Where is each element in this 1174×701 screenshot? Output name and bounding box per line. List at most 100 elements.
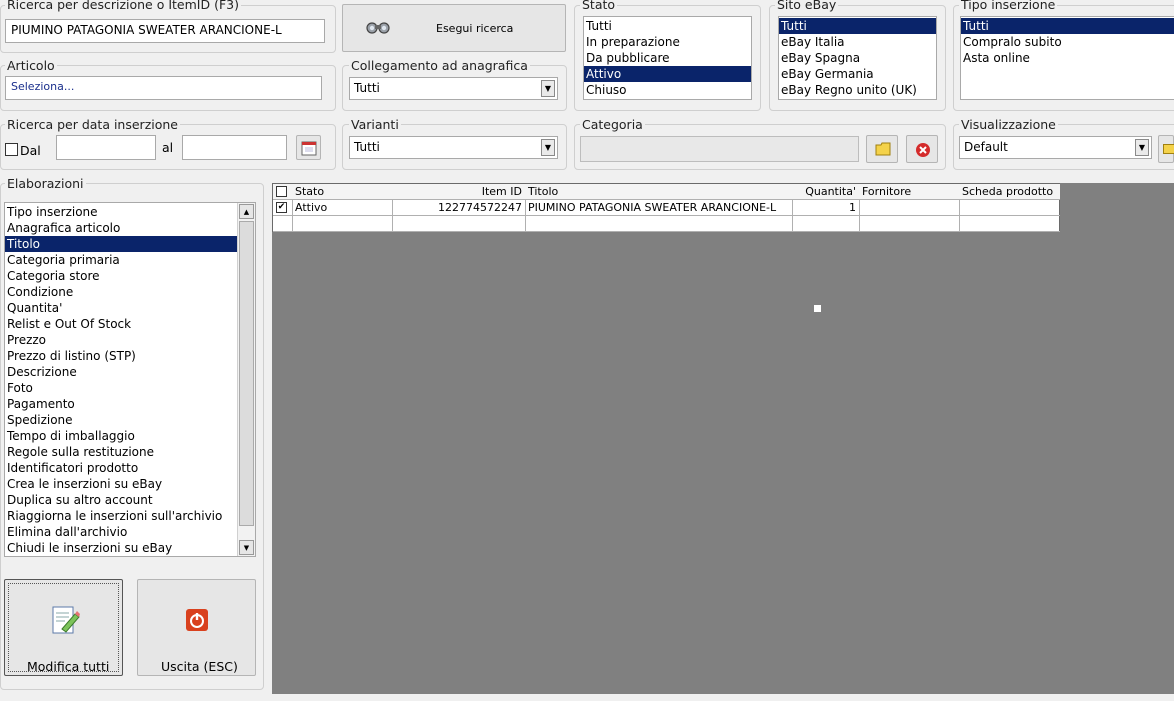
elaborazioni-item[interactable]: Identificatori prodotto [5, 460, 255, 476]
elaborazioni-item[interactable]: Categoria store [5, 268, 255, 284]
al-date-input[interactable] [182, 135, 287, 160]
elaborazioni-item[interactable]: Categoria primaria [5, 252, 255, 268]
stato-item[interactable]: Tutti [584, 18, 751, 34]
elaborazioni-item[interactable]: Tipo inserzione [5, 204, 237, 220]
scroll-down-icon[interactable]: ▼ [239, 540, 254, 555]
sito-item[interactable]: eBay Regno unito (UK) [779, 82, 936, 98]
visualizzazione-folder-button[interactable] [1158, 135, 1174, 163]
visualizzazione-value: Default [964, 140, 1008, 154]
search-button[interactable]: Esegui ricerca [342, 4, 566, 52]
collegamento-label: Collegamento ad anagrafica [349, 58, 530, 73]
col-header-stato[interactable]: Stato [292, 184, 393, 200]
elaborazioni-item[interactable]: Tempo di imballaggio [5, 428, 255, 444]
elaborazioni-item[interactable]: Relist e Out Of Stock [5, 316, 255, 332]
empty-cell [292, 216, 393, 232]
elaborazioni-item[interactable]: Prezzo di listino (STP) [5, 348, 255, 364]
scroll-up-icon[interactable]: ▲ [239, 204, 254, 219]
col-header-scheda[interactable]: Scheda prodotto [959, 184, 1060, 200]
scroll-thumb[interactable] [239, 221, 254, 526]
results-grid[interactable]: Stato Item ID Titolo Quantita' Fornitore… [272, 183, 1060, 232]
row-checkbox-checked-icon[interactable]: ✔ [276, 202, 287, 213]
folder-icon [875, 142, 891, 159]
stato-listbox[interactable]: Tutti In preparazione Da pubblicare Atti… [583, 16, 752, 100]
col-header-quantita[interactable]: Quantita' [792, 184, 860, 200]
dal-label: Dal [20, 143, 41, 158]
data-label: Ricerca per data inserzione [5, 117, 180, 132]
categoria-input[interactable] [580, 136, 859, 162]
col-header-fornitore[interactable]: Fornitore [859, 184, 960, 200]
stato-item[interactable]: Chiuso [584, 82, 751, 98]
chevron-down-icon[interactable]: ▼ [541, 80, 555, 97]
stato-item-selected[interactable]: Attivo [584, 66, 751, 82]
uscita-label: Uscita (ESC) [161, 659, 238, 674]
stato-item[interactable]: Da pubblicare [584, 50, 751, 66]
visualizzazione-select[interactable]: Default ▼ [959, 136, 1152, 159]
new-row[interactable] [273, 216, 1061, 232]
cell-fornitore [859, 200, 960, 216]
elaborazioni-item[interactable]: Elimina dall'archivio [5, 524, 255, 540]
empty-cell [792, 216, 860, 232]
elaborazioni-item[interactable]: Regole sulla restituzione [5, 444, 255, 460]
stato-item[interactable]: In preparazione [584, 34, 751, 50]
calendar-button[interactable] [296, 135, 321, 160]
elaborazioni-item[interactable]: Riaggiorna le inserzioni sull'archivio [5, 508, 255, 524]
row-check-cell[interactable]: ✔ [273, 200, 293, 216]
sito-item[interactable]: eBay Spagna [779, 50, 936, 66]
col-header-titolo[interactable]: Titolo [525, 184, 793, 200]
dal-date-input[interactable] [56, 135, 156, 160]
elaborazioni-item[interactable]: Pagamento [5, 396, 255, 412]
folder-icon [1163, 144, 1174, 154]
empty-cell [392, 216, 526, 232]
sito-item[interactable]: eBay Italia [779, 34, 936, 50]
elaborazioni-scrollbar[interactable]: ▲ ▼ [237, 203, 255, 556]
tipo-label: Tipo inserzione [959, 0, 1058, 12]
elaborazioni-item[interactable]: Quantita' [5, 300, 255, 316]
elaborazioni-item[interactable]: Duplica su altro account [5, 492, 255, 508]
tipo-listbox[interactable]: Tutti Compralo subito Asta online [960, 16, 1174, 100]
empty-cell [959, 216, 1060, 232]
articolo-input[interactable]: Seleziona... [5, 76, 322, 100]
calendar-icon [301, 140, 317, 159]
elaborazioni-item[interactable]: Crea le inserzioni su eBay [5, 476, 255, 492]
dal-checkbox[interactable] [5, 143, 18, 156]
articolo-label: Articolo [5, 58, 57, 73]
select-all-cell[interactable] [273, 184, 293, 200]
categoria-clear-button[interactable] [906, 135, 938, 163]
power-icon [186, 609, 208, 634]
binoculars-icon [365, 17, 391, 40]
modifica-tutti-button[interactable]: Modifica tutti [4, 579, 123, 676]
elaborazioni-item[interactable]: Anagrafica articolo [5, 220, 237, 236]
elaborazioni-item[interactable]: Condizione [5, 284, 255, 300]
elaborazioni-listbox[interactable]: Tipo inserzione Anagrafica articolo Tito… [4, 202, 256, 557]
tipo-item[interactable]: Compralo subito [961, 34, 1174, 50]
stato-label: Stato [580, 0, 618, 12]
col-header-item-id[interactable]: Item ID [392, 184, 526, 200]
sito-item[interactable]: eBay Germania [779, 66, 936, 82]
search-desc-label: Ricerca per descrizione o ItemID (F3) [5, 0, 241, 12]
tipo-item[interactable]: Asta online [961, 50, 1174, 66]
elaborazioni-item[interactable]: Spedizione [5, 412, 255, 428]
grid-header-row: Stato Item ID Titolo Quantita' Fornitore… [273, 184, 1061, 200]
elaborazioni-item[interactable]: Chiudi le inserzioni su eBay [5, 540, 255, 556]
chevron-down-icon[interactable]: ▼ [541, 139, 555, 156]
elaborazioni-item[interactable]: Prezzo [5, 332, 255, 348]
table-row[interactable]: ✔ Attivo 122774572247 PIUMINO PATAGONIA … [273, 200, 1061, 216]
collegamento-select[interactable]: Tutti ▼ [349, 77, 558, 100]
categoria-browse-button[interactable] [866, 135, 898, 163]
tipo-item-selected[interactable]: Tutti [961, 18, 1174, 34]
select-all-checkbox[interactable] [276, 186, 287, 197]
uscita-button[interactable]: Uscita (ESC) [137, 579, 256, 676]
search-button-label: Esegui ricerca [436, 22, 514, 35]
cell-stato: Attivo [292, 200, 393, 216]
sito-item-selected[interactable]: Tutti [779, 18, 936, 34]
varianti-value: Tutti [354, 140, 380, 154]
elaborazioni-item[interactable]: Descrizione [5, 364, 255, 380]
elaborazioni-item[interactable]: Foto [5, 380, 255, 396]
varianti-select[interactable]: Tutti ▼ [349, 136, 558, 159]
collegamento-value: Tutti [354, 81, 380, 95]
search-desc-input[interactable]: PIUMINO PATAGONIA SWEATER ARANCIONE-L [5, 19, 325, 43]
cell-quantita: 1 [792, 200, 860, 216]
elaborazioni-item-selected[interactable]: Titolo [5, 236, 237, 252]
sito-listbox[interactable]: Tutti eBay Italia eBay Spagna eBay Germa… [778, 16, 937, 100]
chevron-down-icon[interactable]: ▼ [1135, 139, 1149, 156]
